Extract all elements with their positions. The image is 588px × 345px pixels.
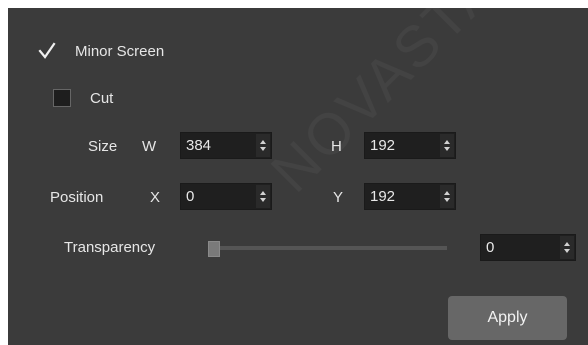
transparency-value: 0 — [486, 239, 495, 256]
y-stepper-icon[interactable] — [440, 185, 454, 208]
transparency-label: Transparency — [64, 239, 156, 256]
cut-label: Cut — [90, 90, 114, 107]
x-spinbox[interactable]: 0 — [180, 183, 272, 210]
width-spinbox[interactable]: 384 — [180, 132, 272, 159]
transparency-slider[interactable] — [209, 246, 447, 250]
apply-button[interactable]: Apply — [448, 296, 567, 340]
width-label: W — [142, 138, 157, 155]
width-stepper-icon[interactable] — [256, 134, 270, 157]
transparency-spinbox[interactable]: 0 — [480, 234, 576, 261]
transparency-stepper-icon[interactable] — [560, 236, 574, 259]
position-label: Position — [50, 189, 104, 206]
minor-screen-checkbox[interactable] — [38, 42, 56, 60]
y-value: 192 — [370, 188, 396, 205]
size-label: Size — [88, 138, 118, 155]
width-value: 384 — [186, 137, 212, 154]
minor-screen-label: Minor Screen — [75, 43, 165, 60]
watermark: NOVASTAR — [258, 8, 542, 205]
height-label: H — [331, 138, 342, 155]
x-stepper-icon[interactable] — [256, 185, 270, 208]
height-spinbox[interactable]: 192 — [364, 132, 456, 159]
checkmark-icon — [38, 42, 56, 59]
height-stepper-icon[interactable] — [440, 134, 454, 157]
transparency-slider-handle[interactable] — [208, 241, 220, 257]
cut-checkbox[interactable] — [53, 89, 71, 107]
minor-screen-settings-panel: NOVASTAR Minor Screen Cut Size W 384 H 1… — [8, 8, 588, 345]
x-label: X — [150, 189, 161, 206]
x-value: 0 — [186, 188, 195, 205]
height-value: 192 — [370, 137, 396, 154]
y-spinbox[interactable]: 192 — [364, 183, 456, 210]
y-label: Y — [333, 189, 344, 206]
